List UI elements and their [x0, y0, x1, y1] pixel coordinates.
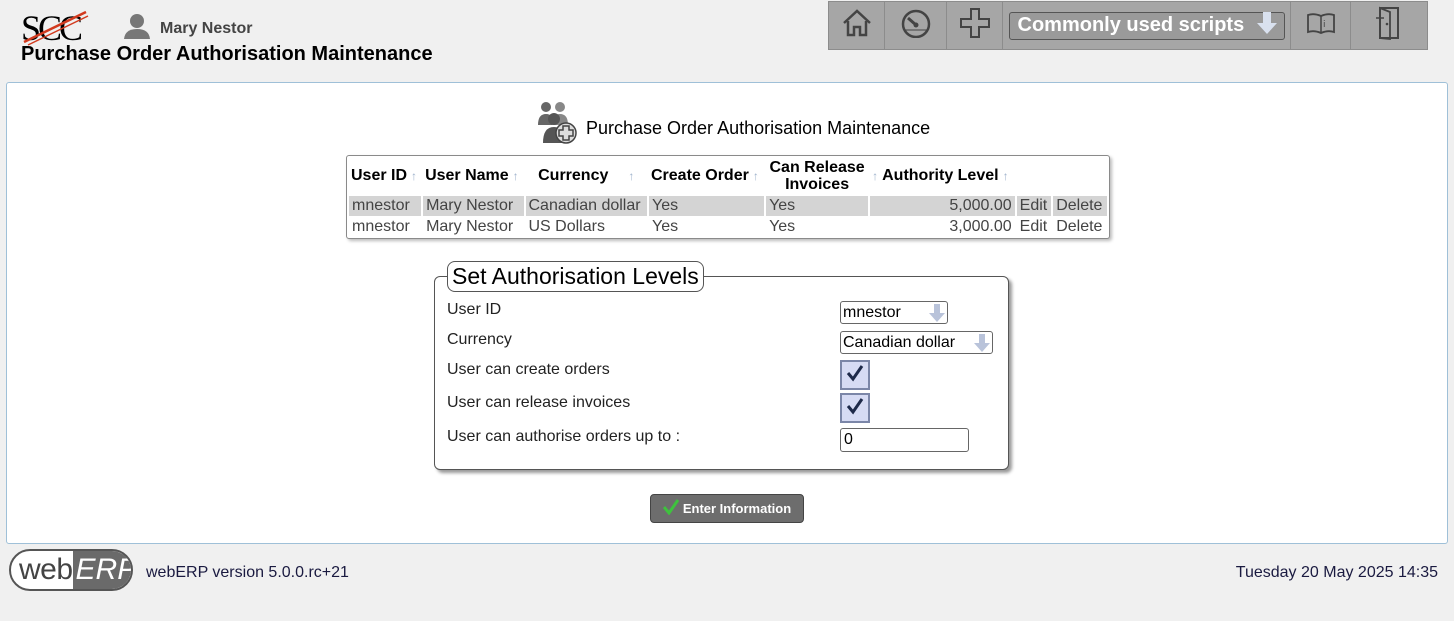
date-time: Tuesday 20 May 2025 14:35: [1235, 564, 1438, 581]
enter-information-label: Enter Information: [682, 501, 792, 516]
table-header-row: User ID ↑ User Name ↑ Currency ↑ Create Ord…: [349, 157, 1107, 195]
sort-arrow-icon[interactable]: ↑: [753, 169, 759, 183]
main-title-text: Purchase Order Authorisation Maintenance: [586, 118, 931, 138]
sort-arrow-icon[interactable]: ↑: [411, 169, 417, 183]
form-legend: Set Authorisation Levels: [447, 261, 704, 292]
user-id-label: User ID: [447, 301, 502, 318]
company-logo[interactable]: SCC: [20, 8, 90, 48]
user-block[interactable]: Mary Nestor: [122, 12, 252, 45]
main-title: Purchase Order Authorisation Maintenance: [532, 99, 930, 152]
checkmark-icon: [846, 397, 864, 420]
user-id-select[interactable]: mnestor: [840, 301, 948, 324]
manual-book-icon: i: [1306, 11, 1336, 40]
cell-authority-level: 3,000.00: [870, 217, 1015, 237]
currency-value: Canadian dollar: [843, 334, 956, 351]
home-icon: [841, 8, 873, 43]
scripts-label: Commonly used scripts: [1017, 14, 1245, 36]
authorisation-form: Set Authorisation Levels User ID mnestor…: [434, 261, 1009, 470]
col-user-id[interactable]: User ID ↑: [349, 157, 421, 195]
user-name: Mary Nestor: [160, 19, 253, 37]
cell-create-order: Yes: [649, 196, 765, 216]
authorise-limit-label: User can authorise orders up to :: [447, 428, 681, 445]
sort-arrow-icon[interactable]: ↑: [1003, 169, 1009, 183]
release-invoices-label: User can release invoices: [447, 394, 631, 411]
home-button[interactable]: [829, 2, 885, 49]
weberp-logo[interactable]: web ERP: [9, 549, 133, 591]
cell-create-order: Yes: [649, 217, 765, 237]
cell-can-release: Yes: [766, 217, 869, 237]
chevron-down-icon: [972, 334, 992, 352]
user-icon: [122, 12, 152, 45]
release-invoices-checkbox[interactable]: [840, 393, 870, 423]
user-id-value: mnestor: [843, 304, 901, 321]
col-edit: [1017, 157, 1052, 195]
delete-link[interactable]: Delete: [1053, 196, 1107, 216]
enter-information-button[interactable]: Enter Information: [650, 494, 804, 523]
main-panel: Purchase Order Authorisation Maintenance…: [6, 82, 1448, 544]
col-authority-level[interactable]: ↑ Authority Level ↑: [870, 157, 1015, 195]
col-create-order[interactable]: Create Order ↑: [649, 157, 764, 195]
checkmark-icon: [846, 364, 864, 387]
manual-button[interactable]: i: [1291, 2, 1351, 49]
logout-door-icon: [1374, 6, 1404, 45]
create-orders-checkbox[interactable]: [840, 360, 870, 390]
authorise-limit-input[interactable]: 0: [840, 428, 969, 452]
logout-button[interactable]: [1351, 2, 1427, 49]
cell-currency: Canadian dollar: [525, 196, 647, 216]
cell-authority-level: 5,000.00: [870, 196, 1015, 216]
commonly-used-scripts-select[interactable]: Commonly used scripts: [1008, 11, 1285, 41]
dashboard-gauge-icon: [899, 8, 933, 43]
col-can-release-invoices[interactable]: Can Release Invoices: [766, 157, 868, 195]
users-icon: [532, 99, 580, 152]
dashboard-button[interactable]: [885, 2, 947, 49]
plus-icon: [958, 6, 992, 45]
currency-label: Currency: [447, 331, 512, 348]
table-row: mnestor Mary Nestor Canadian dollar Yes …: [349, 196, 1107, 216]
checkmark-icon: [662, 499, 680, 518]
authorisation-table: User ID ↑ User Name ↑ Currency ↑ Create Ord…: [346, 155, 1110, 239]
table-row: mnestor Mary Nestor US Dollars Yes Yes 3…: [349, 217, 1107, 237]
toolbar: Commonly used scripts i: [828, 1, 1428, 50]
create-orders-label: User can create orders: [447, 361, 610, 378]
sort-arrow-icon[interactable]: ↑: [513, 169, 519, 183]
page-heading: Purchase Order Authorisation Maintenance: [21, 43, 433, 65]
delete-link[interactable]: Delete: [1053, 217, 1107, 237]
commonly-used-scripts-area: Commonly used scripts: [1003, 2, 1291, 49]
header: SCC Mary Nestor Purchase Order Authorisa…: [0, 0, 1454, 80]
version-text: webERP version 5.0.0.rc+21: [146, 564, 349, 581]
logo-web-text: web: [19, 553, 73, 586]
add-button[interactable]: [947, 2, 1003, 49]
edit-link[interactable]: Edit: [1016, 217, 1052, 237]
cell-user-name: Mary Nestor: [423, 196, 524, 216]
chevron-down-icon: [1256, 11, 1278, 41]
cell-can-release: Yes: [766, 196, 869, 216]
cell-user-name: Mary Nestor: [423, 217, 524, 237]
currency-select[interactable]: Canadian dollar: [840, 331, 993, 354]
sort-arrow-icon[interactable]: ↑: [628, 169, 634, 183]
col-delete: [1053, 157, 1107, 195]
cell-currency: US Dollars: [525, 217, 647, 237]
logo-erp-text: ERP: [72, 551, 131, 589]
cell-user-id: mnestor: [349, 217, 422, 237]
chevron-down-icon: [927, 304, 947, 322]
col-user-name[interactable]: User Name ↑: [423, 157, 523, 195]
edit-link[interactable]: Edit: [1016, 196, 1052, 216]
svg-text:i: i: [1323, 20, 1326, 30]
sort-arrow-icon[interactable]: ↑: [872, 169, 878, 183]
col-currency[interactable]: Currency ↑: [526, 157, 648, 195]
cell-user-id: mnestor: [349, 196, 422, 216]
